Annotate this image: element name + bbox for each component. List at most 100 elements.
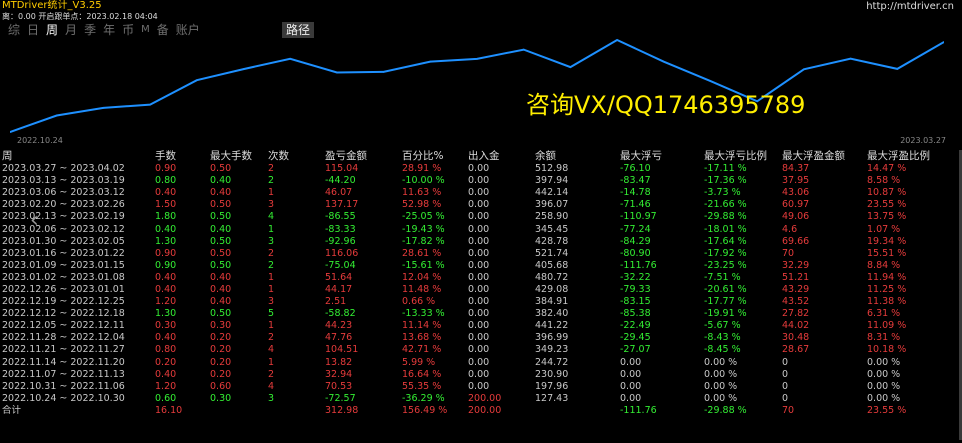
col-balance[interactable]: 余额 (535, 149, 620, 163)
table-row[interactable]: 2023.03.27 ~ 2023.04.02 0.90 0.50 2 115.04 28… (2, 163, 958, 175)
cell-max-float-profit-ratio: 6.31 % (867, 308, 901, 320)
site-url-link[interactable]: http://mtdriver.cn (866, 1, 954, 13)
cell-max-float-loss-ratio: -19.91 % (704, 308, 747, 320)
table-row[interactable]: 2022.10.31 ~ 2022.11.06 1.20 0.60 4 70.53 55.… (2, 381, 958, 393)
cell-max-float-loss-ratio: -21.66 % (704, 199, 747, 211)
path-button[interactable]: 路径 (282, 22, 314, 38)
cell-trades: 1 (268, 283, 275, 295)
table-row[interactable]: 2023.01.02 ~ 2023.01.08 0.40 0.40 1 51.64 12.… (2, 272, 958, 284)
cell-max-float-profit: 32.29 (782, 259, 810, 271)
cell-max-float-loss: -111.76 (620, 259, 657, 271)
col-max-float-loss-ratio[interactable]: 最大浮亏比例 (704, 149, 782, 163)
table-row[interactable]: 2023.02.13 ~ 2023.02.19 1.80 0.50 4 -86.55 -2… (2, 211, 958, 223)
cell-deposit: 0.00 (468, 271, 490, 283)
cell-week: 2022.12.26 ~ 2023.01.01 (2, 283, 125, 295)
cell-profit: 32.94 (325, 368, 353, 380)
cell-max-float-loss-ratio: -17.77 % (704, 296, 747, 308)
col-max-float-profit[interactable]: 最大浮盈金额 (782, 149, 867, 163)
cell-deposit: 0.00 (468, 223, 490, 235)
cell-lots: 0.80 (155, 344, 177, 356)
cell-lots: 0.40 (155, 223, 177, 235)
balance-point (289, 58, 292, 60)
table-row[interactable]: 2023.01.30 ~ 2023.02.05 1.30 0.50 3 -92.96 -1… (2, 236, 958, 248)
cell-lots: 0.30 (155, 320, 177, 332)
tab-m[interactable]: M (141, 22, 150, 38)
cell-max-float-profit: 0 (782, 392, 789, 404)
cell-balance: 345.45 (535, 223, 569, 235)
prev-arrow-icon[interactable]: ‹ (30, 210, 39, 232)
tab-account[interactable]: 账户 (176, 22, 200, 38)
col-lots[interactable]: 手数 (155, 149, 210, 163)
table-row[interactable]: 2022.12.19 ~ 2022.12.25 1.20 0.40 3 2.51 0.66… (2, 296, 958, 308)
cell-lots: 0.60 (155, 392, 177, 404)
table-row[interactable]: 2023.02.06 ~ 2023.02.12 0.40 0.40 1 -83.33 -1… (2, 223, 958, 235)
table-row[interactable]: 2023.01.16 ~ 2023.01.22 0.90 0.50 2 116.06 28… (2, 248, 958, 260)
table-row[interactable]: 2022.11.14 ~ 2022.11.20 0.20 0.20 1 13.82 5.9… (2, 357, 958, 369)
col-profit[interactable]: 盈亏金额 (325, 149, 402, 163)
table-row[interactable]: 2023.01.09 ~ 2023.01.15 0.90 0.50 2 -75.04 -1… (2, 260, 958, 272)
table-row[interactable]: 2023.02.20 ~ 2023.02.26 1.50 0.50 3 137.17 52… (2, 199, 958, 211)
cell-max-float-profit: 60.97 (782, 199, 810, 211)
cell-week: 2023.01.09 ~ 2023.01.15 (2, 259, 125, 271)
cell-max-float-loss: 0.00 (620, 356, 642, 368)
cell-max-float-profit: 30.48 (782, 332, 810, 344)
cell-max-float-profit: 28.67 (782, 344, 810, 356)
contact-watermark: 咨询VX/QQ1746395789 (526, 91, 806, 119)
col-trades[interactable]: 次数 (268, 149, 325, 163)
table-total-row[interactable]: 合计 16.10 312.98 156.49 % 200.00 -111.76 -29.88… (2, 405, 958, 417)
table-row[interactable]: 2022.12.26 ~ 2023.01.01 0.40 0.40 1 44.17 11.… (2, 284, 958, 296)
cell-profit: 2.51 (325, 296, 347, 308)
cell-balance: 441.22 (535, 320, 569, 332)
cell-deposit: 0.00 (468, 163, 490, 175)
cell-balance: 442.14 (535, 187, 569, 199)
tab-notes[interactable]: 备 (157, 22, 169, 38)
cell-percent: 28.61 % (402, 247, 442, 259)
balance-point (522, 48, 525, 51)
cell-lots: 0.40 (155, 368, 177, 380)
balance-point (242, 68, 245, 70)
cell-lots: 0.80 (155, 175, 177, 187)
tab-week[interactable]: 周 (46, 22, 58, 38)
table-row[interactable]: 2022.11.28 ~ 2022.12.04 0.40 0.20 2 47.76 13.… (2, 332, 958, 344)
tab-day[interactable]: 日 (27, 22, 39, 38)
cell-max-float-profit-ratio: 0.00 % (867, 380, 901, 392)
col-week[interactable]: 周 (2, 149, 155, 163)
col-max-lots[interactable]: 最大手数 (210, 149, 268, 163)
cell-week: 2022.11.07 ~ 2022.11.13 (2, 368, 125, 380)
table-row[interactable]: 2023.03.13 ~ 2023.03.19 0.80 0.40 2 -44.20 -1… (2, 175, 958, 187)
cell-balance: 197.96 (535, 380, 569, 392)
cell-week: 2022.11.28 ~ 2022.12.04 (2, 332, 125, 344)
col-max-float-profit-ratio[interactable]: 最大浮盈比例 (867, 149, 958, 163)
col-max-float-loss[interactable]: 最大浮亏 (620, 149, 704, 163)
col-percent[interactable]: 百分比% (402, 149, 468, 163)
cell-max-float-loss: -110.97 (620, 211, 657, 223)
cell-percent: 11.14 % (402, 320, 442, 332)
tab-symbol[interactable]: 币 (122, 22, 134, 38)
table-row[interactable]: 2022.12.12 ~ 2022.12.18 1.30 0.50 5 -58.82 -1… (2, 308, 958, 320)
tab-year[interactable]: 年 (103, 22, 115, 38)
tab-summary[interactable]: 综 (8, 22, 20, 38)
cell-balance: 512.98 (535, 163, 569, 175)
table-row[interactable]: 2023.03.06 ~ 2023.03.12 0.40 0.40 1 46.07 11.… (2, 187, 958, 199)
cell-week: 2022.12.12 ~ 2022.12.18 (2, 308, 125, 320)
cell-trades: 2 (268, 259, 275, 271)
cell-max-float-loss-ratio: -29.88 % (704, 404, 747, 416)
table-row[interactable]: 2022.10.24 ~ 2022.10.30 0.60 0.30 3 -72.57 -3… (2, 393, 958, 405)
cell-week: 2022.12.05 ~ 2022.12.11 (2, 320, 125, 332)
col-deposit[interactable]: 出入金 (468, 149, 535, 163)
table-row[interactable]: 2022.11.21 ~ 2022.11.27 0.80 0.20 4 104.51 42… (2, 344, 958, 356)
tab-quarter[interactable]: 季 (84, 22, 96, 38)
table-row[interactable]: 2022.11.07 ~ 2022.11.13 0.40 0.20 2 32.94 16.… (2, 369, 958, 381)
title-bar: MTDriver统计_V3.25 http://mtdriver.cn (0, 0, 962, 12)
cell-trades: 2 (268, 332, 275, 344)
balance-point (55, 114, 58, 117)
cell-max-lots: 0.20 (210, 332, 232, 344)
cell-balance: 428.78 (535, 235, 569, 247)
cell-deposit: 200.00 (468, 392, 502, 404)
cell-profit: 104.51 (325, 344, 359, 356)
cell-lots: 1.50 (155, 199, 177, 211)
cell-max-float-profit: 51.21 (782, 271, 810, 283)
cell-percent: -13.33 % (402, 308, 445, 320)
table-row[interactable]: 2022.12.05 ~ 2022.12.11 0.30 0.30 1 44.23 11.… (2, 320, 958, 332)
tab-month[interactable]: 月 (65, 22, 77, 38)
